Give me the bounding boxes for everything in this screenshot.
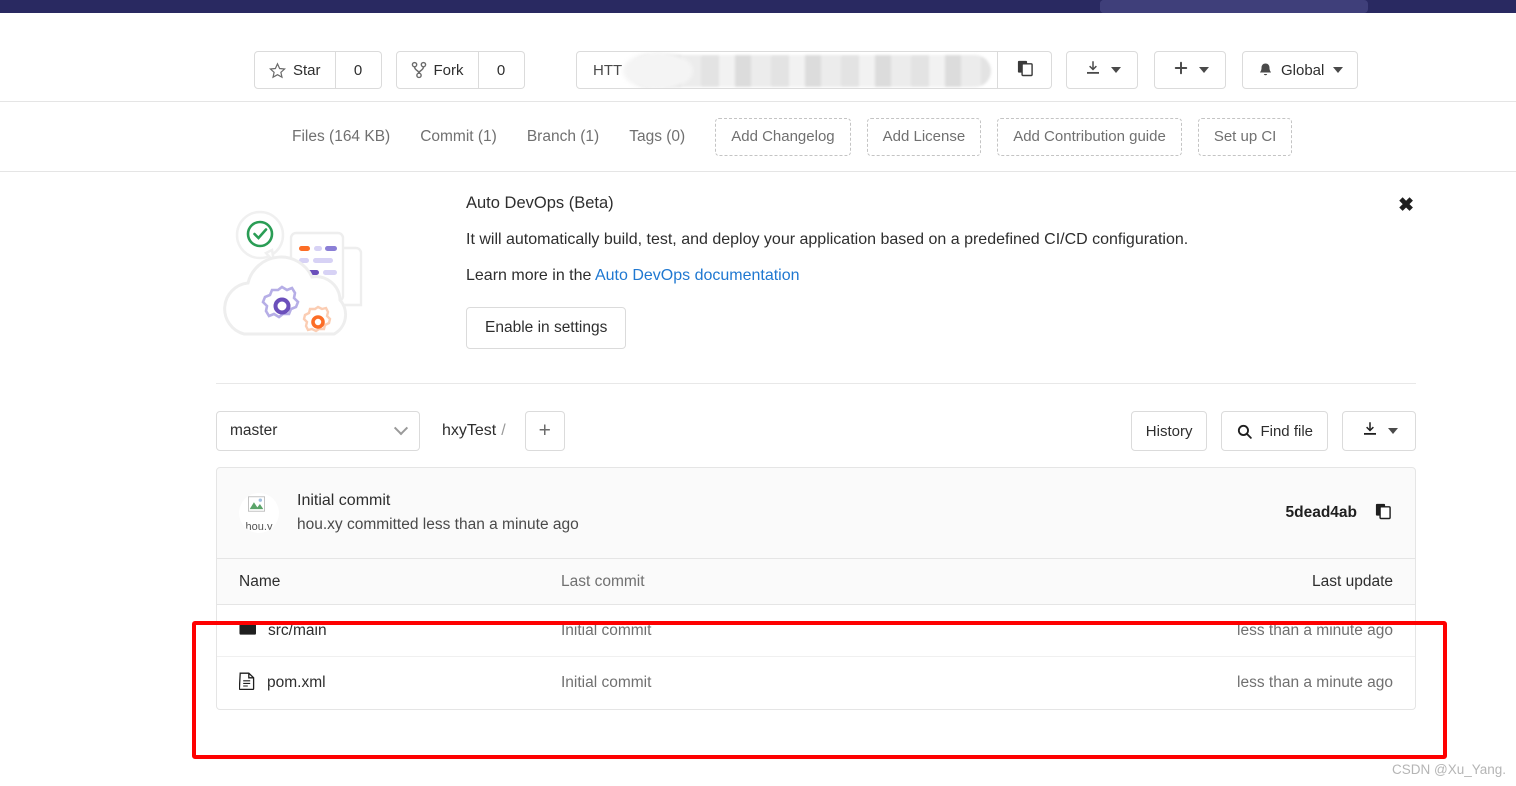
repo-action-bar: Star 0 Fork 0 HTT Global [0,13,1516,102]
chevron-down-icon [1198,67,1209,73]
auto-devops-learn-more: Learn more in the Auto DevOps documentat… [466,267,1416,285]
commit-sha[interactable]: 5dead4ab [1285,504,1357,522]
set-up-ci-button[interactable]: Set up CI [1197,117,1293,156]
watermark: CSDN @Xu_Yang. [1391,762,1506,777]
add-license-button[interactable]: Add License [866,117,982,156]
column-header-last-commit: Last commit [561,572,645,590]
plus-icon [1172,59,1190,81]
right-action-buttons: Global [1066,51,1359,89]
file-name-link[interactable]: pom.xml [267,674,326,692]
copy-sha-button[interactable] [1373,501,1393,526]
commit-text-group: Initial commit hou.xy committed less tha… [297,492,579,534]
chevron-down-icon [1110,67,1121,73]
auto-devops-title: Auto DevOps (Beta) [466,194,614,212]
fork-label: Fork [433,61,464,79]
table-row[interactable]: pom.xml Initial commit less than a minut… [217,657,1415,709]
stat-link-files[interactable]: Files (164 KB) [292,128,390,146]
search-icon [1236,423,1253,440]
download-icon [1361,420,1379,442]
star-count[interactable]: 0 [335,51,382,89]
branch-name: master [230,422,278,439]
find-file-label: Find file [1260,422,1313,440]
download-icon [1084,59,1102,81]
column-header-name: Name [239,572,281,590]
table-row[interactable]: src/main Initial commit less than a minu… [217,605,1415,657]
file-name-cell: pom.xml [238,672,561,695]
clone-url-group: HTT [576,51,1052,89]
commit-sha-group: 5dead4ab [1285,501,1393,526]
auto-devops-description: It will automatically build, test, and d… [466,231,1189,248]
fork-group: Fork 0 [395,51,525,89]
clone-url-field[interactable]: HTT [576,51,998,89]
clone-url-redaction-highlight [623,52,693,88]
auto-devops-illustration [216,194,466,355]
notification-label: Global [1281,61,1325,79]
last-update-cell: less than a minute ago [1237,621,1393,639]
find-file-button[interactable]: Find file [1221,411,1328,451]
chevron-down-icon [1333,67,1344,73]
last-update-cell: less than a minute ago [1237,674,1393,691]
breadcrumb-separator: / [501,422,506,439]
avatar-alt-text: hou.y [245,521,273,533]
add-file-button[interactable]: + [524,411,565,451]
repo-tools-group: History Find file [1117,411,1416,451]
add-changelog-button[interactable]: Add Changelog [715,117,851,156]
clone-protocol-label: HTT [593,61,623,79]
close-banner-button[interactable]: ✖ [1398,196,1414,215]
branch-selector[interactable]: master [216,411,420,451]
star-icon [269,61,286,79]
stat-link-commit[interactable]: Commit (1) [420,128,497,146]
navbar-search-box[interactable] [1100,0,1368,13]
last-commit-cell[interactable]: Initial commit [561,674,1163,692]
commit-title[interactable]: Initial commit [297,492,579,510]
file-table-header: Name Last commit Last update [217,559,1415,605]
star-button[interactable]: Star [254,51,336,89]
copy-icon [1015,58,1035,83]
enable-in-settings-button[interactable]: Enable in settings [466,307,627,349]
top-navbar [0,0,1516,13]
auto-devops-documentation-link[interactable]: Auto DevOps documentation [595,267,800,284]
repo-stats-bar: Files (164 KB) Commit (1) Branch (1) Tag… [0,102,1516,172]
branch-and-path-row: master hxyTest / + History Find file [216,411,1416,451]
breadcrumb-repo-link[interactable]: hxyTest [442,422,496,439]
chevron-down-icon [1387,428,1398,434]
fork-icon [411,61,427,79]
chevron-down-icon [393,421,409,436]
avatar: hou.y [239,493,279,533]
file-name-cell: src/main [239,621,561,641]
stat-link-tags[interactable]: Tags (0) [629,128,685,146]
last-commit-cell[interactable]: Initial commit [561,622,1163,640]
file-list-table: Name Last commit Last update src/main In… [216,559,1416,710]
fork-count[interactable]: 0 [478,51,525,89]
star-label: Star [293,61,321,79]
notification-dropdown-button[interactable]: Global [1242,51,1359,89]
commit-meta: hou.xy committed less than a minute ago [297,516,579,533]
auto-devops-banner: ✖ Auto DevOps (Beta) It will automatical… [216,172,1416,384]
bell-icon [1257,61,1274,79]
stat-link-branch[interactable]: Branch (1) [527,128,599,146]
breadcrumb: hxyTest / [442,422,511,440]
fork-button[interactable]: Fork [395,51,479,89]
last-commit-box: hou.y Initial commit hou.xy committed le… [216,467,1416,559]
add-dropdown-button[interactable] [1154,51,1226,89]
file-icon [238,672,255,695]
download-dropdown-button[interactable] [1066,51,1138,89]
star-fork-group: Star 0 Fork 0 [254,51,525,89]
folder-icon [239,621,256,641]
history-button[interactable]: History [1130,411,1208,451]
star-group: Star 0 [254,51,382,89]
file-name-link[interactable]: src/main [268,622,327,640]
copy-clone-url-button[interactable] [998,51,1052,89]
learn-more-prefix: Learn more in the [466,267,595,284]
download-source-dropdown-button[interactable] [1342,411,1416,451]
column-header-last-update: Last update [1311,572,1393,590]
add-contribution-guide-button[interactable]: Add Contribution guide [997,117,1182,156]
broken-image-icon [248,496,265,512]
